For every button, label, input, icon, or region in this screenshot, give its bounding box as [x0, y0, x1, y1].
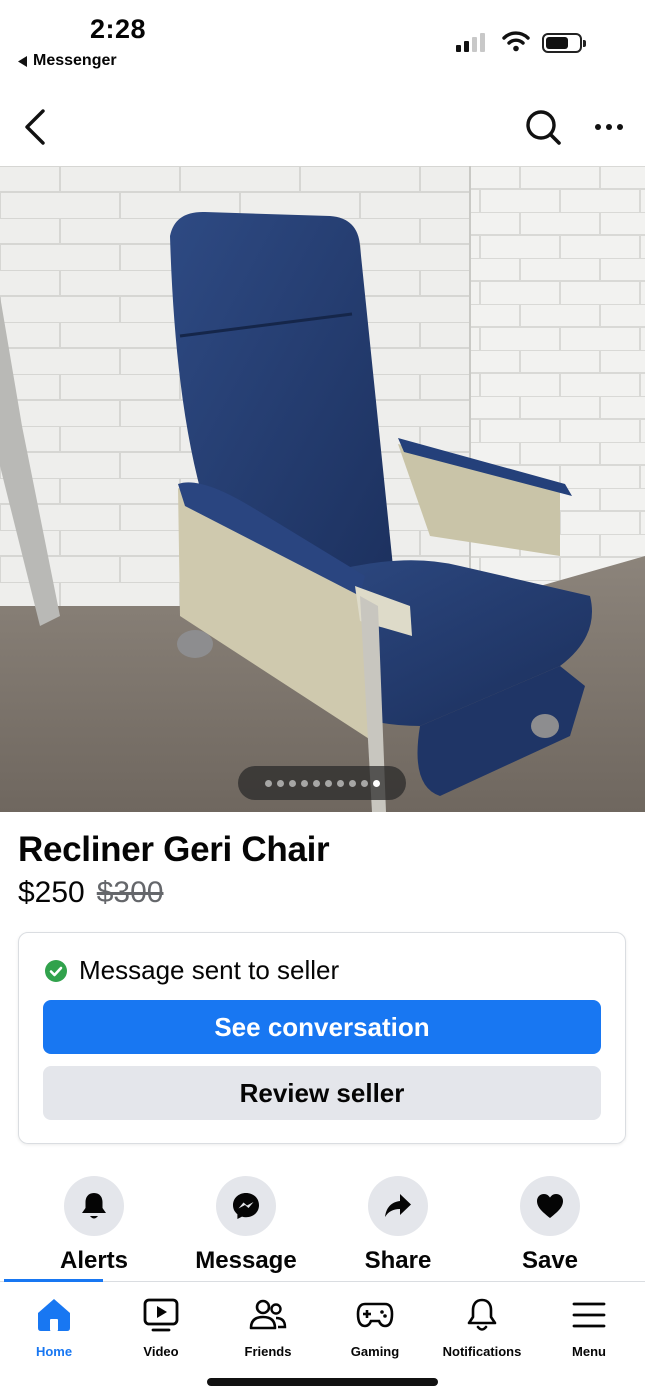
video-icon — [143, 1298, 179, 1332]
tab-label: Menu — [572, 1344, 606, 1359]
back-chevron-icon[interactable] — [22, 108, 48, 146]
message-status: Message sent to seller — [45, 955, 339, 986]
action-label: Alerts — [59, 1247, 129, 1274]
message-status-text: Message sent to seller — [79, 955, 340, 985]
see-conversation-button[interactable]: See conversation — [43, 1000, 601, 1054]
active-tab-indicator — [4, 1279, 103, 1282]
status-time: 2:28 — [90, 14, 147, 44]
carousel-dot — [264, 779, 272, 787]
back-triangle-icon — [18, 55, 27, 67]
notifications-icon — [467, 1298, 497, 1331]
tab-home[interactable]: Home — [0, 1296, 108, 1359]
listing-price: $250 — [18, 876, 85, 909]
save-action-circle — [520, 1176, 580, 1236]
messenger-icon — [233, 1193, 259, 1219]
listing-photo[interactable] — [0, 166, 645, 812]
tab-label: Friends — [244, 1344, 292, 1359]
wifi-icon — [502, 31, 530, 52]
tab-video[interactable]: Video — [107, 1296, 215, 1359]
action-label: Share — [364, 1247, 432, 1274]
tab-label: Notifications — [442, 1344, 522, 1359]
share-action-circle — [368, 1176, 428, 1236]
listing-actions: Alerts Message Share Save — [0, 1174, 645, 1278]
tab-gaming[interactable]: Gaming — [321, 1296, 429, 1359]
bell-icon — [82, 1193, 106, 1219]
check-circle-icon — [45, 959, 67, 982]
back-to-messenger[interactable]: Messenger — [18, 52, 117, 70]
action-label: Save — [521, 1247, 579, 1274]
listing-title: Recliner Geri Chair — [18, 830, 330, 869]
alerts-action-circle — [64, 1176, 124, 1236]
bottom-tab-bar: Home Video Friends Gaming Notifications … — [0, 1296, 645, 1360]
carousel-dot — [288, 779, 296, 787]
share-arrow-icon — [385, 1194, 411, 1217]
carousel-dot — [324, 779, 332, 787]
friends-icon — [249, 1299, 287, 1330]
cellular-signal-icon — [456, 33, 485, 52]
listing-price-row: $250 $300 — [18, 876, 164, 910]
review-seller-button[interactable]: Review seller — [43, 1066, 601, 1120]
save-action[interactable]: Save — [474, 1174, 626, 1275]
message-status-card: Message sent to seller See conversation … — [18, 932, 626, 1144]
carousel-dot — [360, 779, 368, 787]
tab-label: Home — [35, 1344, 73, 1359]
menu-icon — [572, 1302, 606, 1328]
home-icon — [38, 1299, 70, 1331]
carousel-dot — [348, 779, 356, 787]
share-action[interactable]: Share — [322, 1174, 474, 1275]
tab-label: Video — [143, 1344, 179, 1359]
tab-notifications[interactable]: Notifications — [428, 1296, 536, 1359]
action-label: Message — [195, 1247, 297, 1274]
chair-photo-illustration — [0, 166, 645, 812]
home-indicator[interactable] — [207, 1378, 438, 1386]
message-action[interactable]: Message — [170, 1174, 322, 1275]
message-action-circle — [216, 1176, 276, 1236]
tab-friends[interactable]: Friends — [214, 1296, 322, 1359]
carousel-dot — [300, 779, 308, 787]
listing-original-price: $300 — [96, 876, 164, 909]
more-options-icon[interactable] — [594, 112, 624, 142]
photo-carousel-indicator[interactable] — [238, 766, 406, 800]
tab-menu[interactable]: Menu — [535, 1296, 643, 1359]
alerts-action[interactable]: Alerts — [18, 1174, 170, 1275]
carousel-dot-active — [372, 779, 380, 787]
heart-icon — [537, 1194, 563, 1218]
tab-label: Gaming — [350, 1344, 400, 1359]
carousel-dot — [336, 779, 344, 787]
search-icon[interactable] — [524, 108, 562, 146]
carousel-dot — [312, 779, 320, 787]
battery-icon — [542, 33, 586, 53]
gaming-icon — [356, 1302, 394, 1328]
carousel-dot — [276, 779, 284, 787]
back-app-label: Messenger — [33, 52, 117, 69]
